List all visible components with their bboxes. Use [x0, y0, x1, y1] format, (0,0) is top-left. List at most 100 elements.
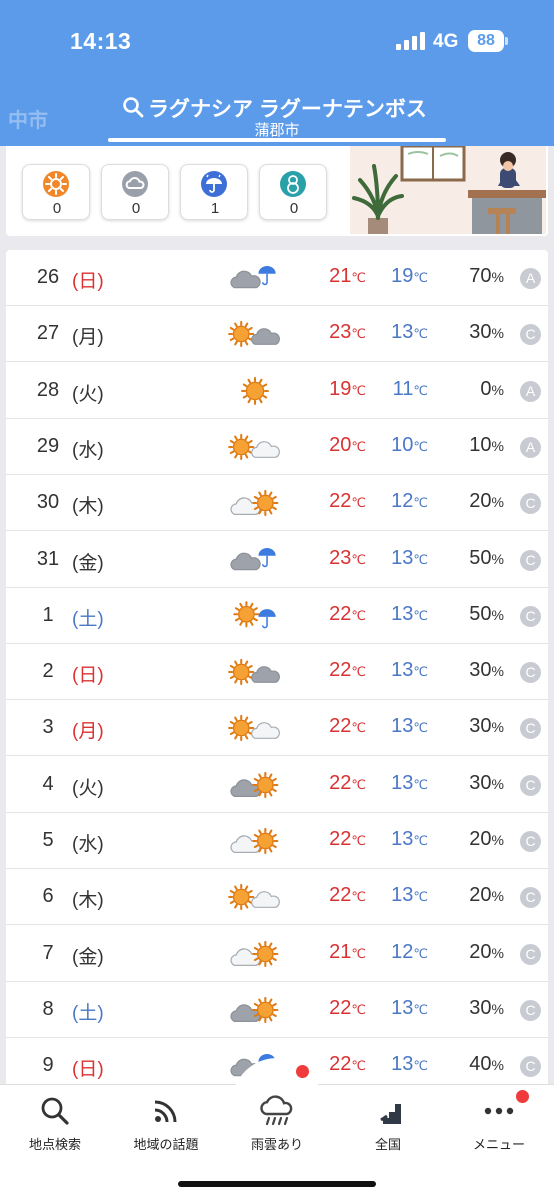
forecast-row[interactable]: 4 (火) 22℃ 13℃ 30% C	[6, 757, 548, 813]
nav-menu[interactable]: メニュー	[444, 1094, 554, 1154]
forecast-row[interactable]: 26 (日) 21℃ 19℃ 70% A	[6, 250, 548, 306]
forecast-low-temp: 10℃	[391, 433, 428, 456]
forecast-reliability-badge: C	[520, 887, 541, 909]
forecast-weekday: (火)	[72, 383, 104, 405]
forecast-row[interactable]: 29 (水) 20℃ 10℃ 10% A	[6, 419, 548, 475]
forecast-low-temp: 13℃	[391, 602, 428, 625]
forecast-row[interactable]: 1 (土) 22℃ 13℃ 50% C	[6, 588, 548, 644]
forecast-weekday: (日)	[72, 665, 104, 687]
snowman-badge-icon	[280, 171, 306, 197]
forecast-row[interactable]: 8 (土) 22℃ 13℃ 30% C	[6, 982, 548, 1038]
snowy-count-tile[interactable]: 0	[259, 164, 327, 220]
forecast-row[interactable]: 2 (日) 22℃ 13℃ 30% C	[6, 644, 548, 701]
forecast-row[interactable]: 6 (木) 22℃ 13℃ 20% C	[6, 869, 548, 926]
nav-rain-clouds[interactable]: 雨雲あり	[222, 1094, 332, 1154]
forecast-reliability-badge: C	[520, 999, 541, 1021]
sun-cloud-weather-icon	[228, 659, 280, 686]
forecast-precip-probability: 30%	[469, 771, 504, 794]
forecast-day: 2	[42, 660, 54, 683]
sun-badge-icon	[43, 171, 69, 197]
nav-nationwide[interactable]: 全国	[333, 1094, 443, 1154]
forecast-low-temp: 13℃	[391, 771, 428, 794]
forecast-day: 4	[42, 772, 54, 795]
forecast-day: 6	[42, 885, 54, 908]
forecast-row[interactable]: 31 (金) 23℃ 13℃ 50% C	[6, 532, 548, 588]
forecast-reliability-badge: A	[520, 268, 541, 289]
menu-notification-badge	[516, 1090, 529, 1103]
nav-label: メニュー	[472, 1137, 525, 1152]
forecast-precip-probability: 30%	[469, 659, 504, 682]
forecast-low-temp: 12℃	[391, 490, 428, 513]
lightcloud-sun-weather-icon	[230, 490, 279, 517]
snowy-count: 0	[289, 200, 299, 217]
forecast-weekday: (月)	[72, 721, 104, 743]
forecast-precip-probability: 20%	[469, 490, 504, 513]
forecast-high-temp: 21℃	[329, 265, 366, 287]
forecast-low-temp: 11℃	[392, 377, 428, 400]
cloud-sun-weather-icon	[230, 771, 279, 798]
forecast-weekday: (火)	[72, 777, 104, 799]
forecast-low-temp: 13℃	[391, 546, 428, 569]
location-search[interactable]: ラグナシア ラグーナテンボス 蒲郡市	[108, 90, 446, 144]
forecast-low-temp: 12℃	[391, 940, 428, 963]
forecast-high-temp: 23℃	[329, 546, 366, 569]
rain-cloud-notification-badge	[296, 1065, 309, 1078]
nav-label: 全国	[374, 1137, 401, 1152]
forecast-row[interactable]: 3 (月) 22℃ 13℃ 30% C	[6, 700, 548, 757]
forecast-low-temp: 13℃	[391, 715, 428, 738]
forecast-day: 9	[42, 1054, 54, 1077]
signal-icon	[396, 32, 425, 50]
forecast-high-temp: 22℃	[329, 602, 366, 625]
forecast-low-temp: 13℃	[391, 659, 428, 682]
nav-label: 雨雲あり	[250, 1137, 303, 1152]
forecast-weekday: (木)	[72, 890, 104, 912]
cloudy-count: 0	[131, 200, 141, 217]
forecast-row[interactable]: 27 (月) 23℃ 13℃ 30% C	[6, 306, 548, 363]
forecast-high-temp: 19℃	[329, 377, 366, 400]
forecast-low-temp: 13℃	[391, 321, 428, 344]
forecast-high-temp: 22℃	[329, 828, 366, 850]
relaxing-woman-illustration	[350, 146, 546, 234]
forecast-day: 28	[36, 378, 60, 401]
forecast-reliability-badge: C	[520, 774, 541, 796]
forecast-row[interactable]: 28 (火) 19℃ 11℃ 0% A	[6, 363, 548, 419]
forecast-weekday: (金)	[72, 946, 104, 968]
forecast-day: 31	[36, 547, 60, 570]
nav-location-search[interactable]: 地点検索	[0, 1094, 110, 1154]
forecast-day: 29	[36, 434, 60, 457]
status-bar: 14:13 4G 88	[0, 0, 554, 80]
sunny-count: 0	[52, 200, 62, 217]
forecast-row[interactable]: 5 (水) 22℃ 13℃ 20% C	[6, 813, 548, 869]
forecast-high-temp: 22℃	[329, 659, 366, 682]
sun-lightcloud-weather-icon	[228, 433, 280, 460]
sunny-count-tile[interactable]: 0	[22, 164, 90, 220]
forecast-high-temp: 22℃	[329, 771, 366, 794]
forecast-weekday: (木)	[72, 496, 104, 518]
forecast-high-temp: 23℃	[329, 321, 366, 344]
app-header: 14:13 4G 88 中市 ラグナシア ラグーナテンボス 蒲郡市	[0, 0, 554, 146]
forecast-weekday: (金)	[72, 552, 104, 574]
rainy-count-tile[interactable]: 1	[180, 164, 248, 220]
forecast-weekday: (日)	[72, 1059, 104, 1081]
forecast-row[interactable]: 7 (金) 21℃ 12℃ 20% C	[6, 926, 548, 982]
forecast-row[interactable]: 30 (木) 22℃ 12℃ 20% C	[6, 475, 548, 532]
forecast-precip-probability: 30%	[469, 996, 504, 1019]
forecast-weekday: (水)	[72, 834, 104, 855]
cloud-rain-weather-icon	[230, 547, 276, 570]
nav-local-topics[interactable]: 地域の話題	[111, 1094, 221, 1154]
nav-label: 地点検索	[28, 1137, 81, 1152]
forecast-weekday: (土)	[72, 608, 104, 630]
forecast-reliability-badge: C	[520, 943, 541, 965]
cloudy-count-tile[interactable]: 0	[101, 164, 169, 220]
forecast-weekday: (月)	[72, 327, 104, 349]
forecast-reliability-badge: C	[520, 718, 541, 740]
forecast-reliability-badge: A	[520, 436, 541, 458]
forecast-reliability-badge: C	[520, 605, 541, 627]
forecast-reliability-badge: C	[520, 549, 541, 571]
forecast-day: 7	[42, 941, 54, 964]
search-underline	[108, 138, 446, 142]
forecast-day: 30	[36, 491, 60, 514]
forecast-precip-probability: 40%	[469, 1053, 504, 1076]
forecast-low-temp: 13℃	[391, 884, 428, 907]
forecast-precip-probability: 20%	[469, 884, 504, 907]
